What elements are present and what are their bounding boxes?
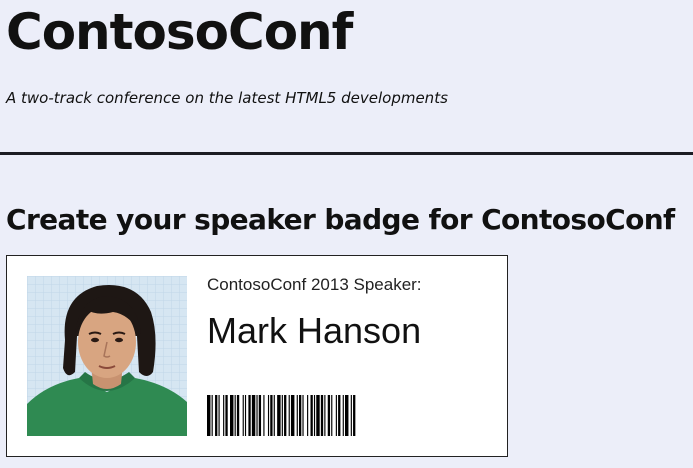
speaker-name: Mark Hanson	[207, 310, 422, 351]
site-title: ContosoConf	[6, 3, 353, 61]
speaker-badge: ContosoConf 2013 Speaker: Mark Hanson	[6, 255, 508, 457]
speaker-photo	[27, 276, 187, 436]
page-heading: Create your speaker badge for ContosoCon…	[6, 203, 675, 236]
site-tagline: A two-track conference on the latest HTM…	[6, 89, 448, 107]
header-divider	[0, 152, 693, 155]
badge-caption: ContosoConf 2013 Speaker:	[207, 275, 422, 294]
barcode-icon	[207, 395, 463, 436]
